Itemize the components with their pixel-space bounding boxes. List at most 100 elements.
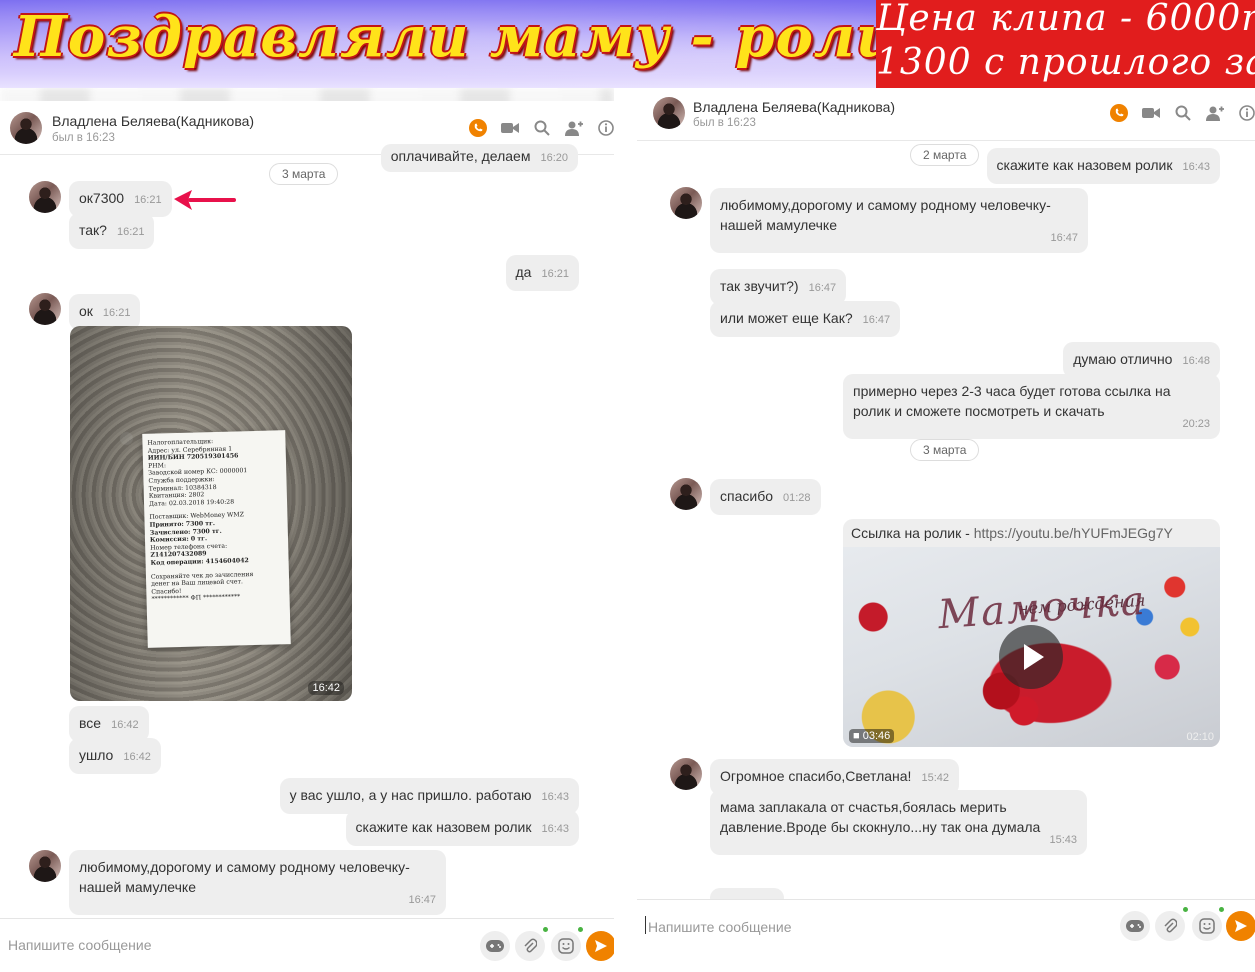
message-text: ок7300: [79, 190, 125, 206]
chat-panel-left: Владлена Беляева(Кадникова) был в 16:23: [0, 88, 614, 972]
message-bubble-incoming[interactable]: все 16:42: [69, 706, 149, 742]
message-composer: Напишите сообщение: [637, 899, 1255, 972]
message-bubble-incoming[interactable]: ок 16:21: [69, 294, 141, 330]
message-time: 16:47: [1050, 232, 1078, 244]
message-input[interactable]: Напишите сообщение: [8, 937, 152, 953]
message-text-line: мама заплакала от счастья,боялась мерить: [720, 799, 1007, 815]
message-bubble-outgoing[interactable]: примерно через 2-3 часа будет готова ссы…: [843, 374, 1220, 439]
message-input[interactable]: Напишите сообщение: [648, 919, 792, 935]
message-bubble-incoming[interactable]: или может еще Как? 16:47: [710, 301, 901, 337]
message-bubble-outgoing[interactable]: думаю отлично 16:48: [1063, 342, 1220, 378]
avatar[interactable]: [29, 293, 61, 325]
info-icon[interactable]: [1237, 103, 1255, 123]
message-bubble-incoming[interactable]: любимому,дорогому и самому родному челов…: [710, 188, 1088, 253]
phone-icon[interactable]: [468, 118, 488, 138]
search-icon[interactable]: [1173, 103, 1193, 123]
video-duration: ■ 03:46: [849, 729, 895, 743]
avatar[interactable]: [670, 758, 702, 790]
message-text-line: ролик и сможете посмотреть и скачать: [853, 403, 1105, 419]
message-bubble-incoming[interactable]: мама заплакала от счастья,боялась мерить…: [710, 790, 1087, 855]
message-text: Огромное спасибо,Светлана!: [720, 768, 912, 784]
message-bubble-outgoing[interactable]: у вас ушло, а у нас пришло. работаю 16:43: [279, 778, 579, 814]
paperclip-icon[interactable]: [1155, 911, 1185, 941]
avatar[interactable]: [653, 97, 685, 129]
link-text: Ссылка на ролик - https://youtu.be/hYUFm…: [851, 525, 1173, 541]
receipt-photo[interactable]: Налогоплательщик: Адрес: ул. Серебрянная …: [70, 326, 352, 701]
message-bubble-outgoing[interactable]: оплачивайте, делаем 16:20: [380, 144, 578, 172]
avatar[interactable]: [29, 850, 61, 882]
search-icon[interactable]: [532, 118, 552, 138]
header-actions: [1109, 103, 1255, 123]
smiley-icon[interactable]: [551, 931, 581, 961]
message-bubble-incoming[interactable]: любимому,дорогому и самому родному челов…: [69, 850, 446, 915]
online-dot: [543, 927, 548, 932]
message-time: 16:21: [102, 307, 131, 319]
message-bubble-outgoing[interactable]: скажите как назовем ролик 16:43: [986, 148, 1220, 184]
screenshot-collage: Поздравляли маму - ролик с фото Цена кли…: [0, 0, 1255, 972]
message-text-line: любимому,дорогому и самому родному челов…: [79, 859, 410, 875]
promo-banner: Поздравляли маму - ролик с фото Цена кли…: [0, 0, 1255, 88]
chat-header: Владлена Беляева(Кадникова) был в 16:23: [637, 88, 1255, 141]
message-text-line: давление.Вроде бы скокнуло...ну так она …: [720, 819, 1041, 835]
message-time: 15:42: [921, 772, 949, 784]
send-icon[interactable]: [1226, 911, 1255, 941]
add-user-icon[interactable]: [1205, 103, 1225, 123]
smiley-icon[interactable]: [1192, 911, 1222, 941]
message-time: 16:43: [541, 823, 569, 835]
message-bubble-incoming[interactable]: так? 16:21: [69, 213, 155, 249]
gamepad-icon[interactable]: [480, 931, 510, 961]
message-time: 02:10: [1186, 731, 1214, 743]
message-bubble-outgoing[interactable]: да 16:21: [505, 255, 579, 291]
link-preview-card[interactable]: Ссылка на ролик - https://youtu.be/hYUFm…: [843, 519, 1220, 747]
avatar[interactable]: [670, 478, 702, 510]
avatar[interactable]: [29, 181, 61, 213]
message-bubble-incoming[interactable]: спасибо 01:28: [710, 479, 821, 515]
message-text: или может еще Как?: [720, 310, 853, 326]
text-cursor: [645, 916, 646, 934]
avatar[interactable]: [670, 187, 702, 219]
message-text-line: нашей мамулечке: [720, 217, 837, 233]
play-icon[interactable]: [999, 625, 1063, 689]
message-bubble-outgoing[interactable]: скажите как назовем ролик 16:43: [345, 810, 579, 846]
message-text: так?: [79, 222, 107, 238]
message-time: 16:47: [408, 894, 436, 906]
avatar[interactable]: [10, 112, 42, 144]
message-time: 16:20: [540, 152, 568, 164]
message-time: 16:21: [134, 194, 162, 206]
video-camera-icon[interactable]: [500, 118, 520, 138]
video-thumbnail[interactable]: нем рождения Мамочка ■ 03:46 02:10: [843, 547, 1220, 747]
message-time: 16:21: [116, 226, 145, 238]
paperclip-icon[interactable]: [515, 931, 545, 961]
date-separator: 3 марта: [910, 439, 980, 461]
info-icon[interactable]: [596, 118, 614, 138]
video-duration-text: 03:46: [862, 730, 891, 742]
date-separator: 2 марта: [910, 144, 980, 166]
phone-icon[interactable]: [1109, 103, 1129, 123]
youtube-link[interactable]: https://youtu.be/hYUFmJEGg7Y: [974, 525, 1173, 541]
message-bubble-incoming[interactable]: так звучит?) 16:47: [710, 269, 847, 305]
price-line-1: Цена клипа - 6000тенге: [876, 0, 1255, 39]
message-bubble-incoming[interactable]: ушло 16:42: [69, 738, 161, 774]
header-actions: [468, 118, 614, 138]
message-text: ушло: [79, 747, 114, 763]
contact-name[interactable]: Владлена Беляева(Кадникова): [693, 99, 895, 115]
photo-time: 16:42: [308, 681, 344, 695]
message-time: 16:47: [808, 282, 837, 294]
message-bubble-incoming[interactable]: ок7300 16:21: [69, 181, 172, 217]
online-dot: [1183, 907, 1188, 912]
send-icon[interactable]: [586, 931, 614, 961]
price-box: Цена клипа - 6000тенге 1300 с прошлого з…: [876, 0, 1255, 88]
message-time: 16:42: [123, 751, 151, 763]
message-text: думаю отлично: [1073, 351, 1173, 367]
contact-name[interactable]: Владлена Беляева(Кадникова): [52, 113, 254, 129]
add-user-icon[interactable]: [564, 118, 584, 138]
message-time: 16:47: [862, 314, 891, 326]
message-text: все: [79, 715, 102, 731]
message-text: ок: [79, 303, 93, 319]
price-line-2: 1300 с прошлого заказа: [876, 42, 1255, 83]
video-camera-icon[interactable]: [1141, 103, 1161, 123]
message-text-line: нашей мамулечке: [79, 879, 196, 895]
online-dot: [1219, 907, 1224, 912]
message-text-line: любимому,дорогому и самому родному челов…: [720, 197, 1051, 213]
gamepad-icon[interactable]: [1120, 911, 1150, 941]
